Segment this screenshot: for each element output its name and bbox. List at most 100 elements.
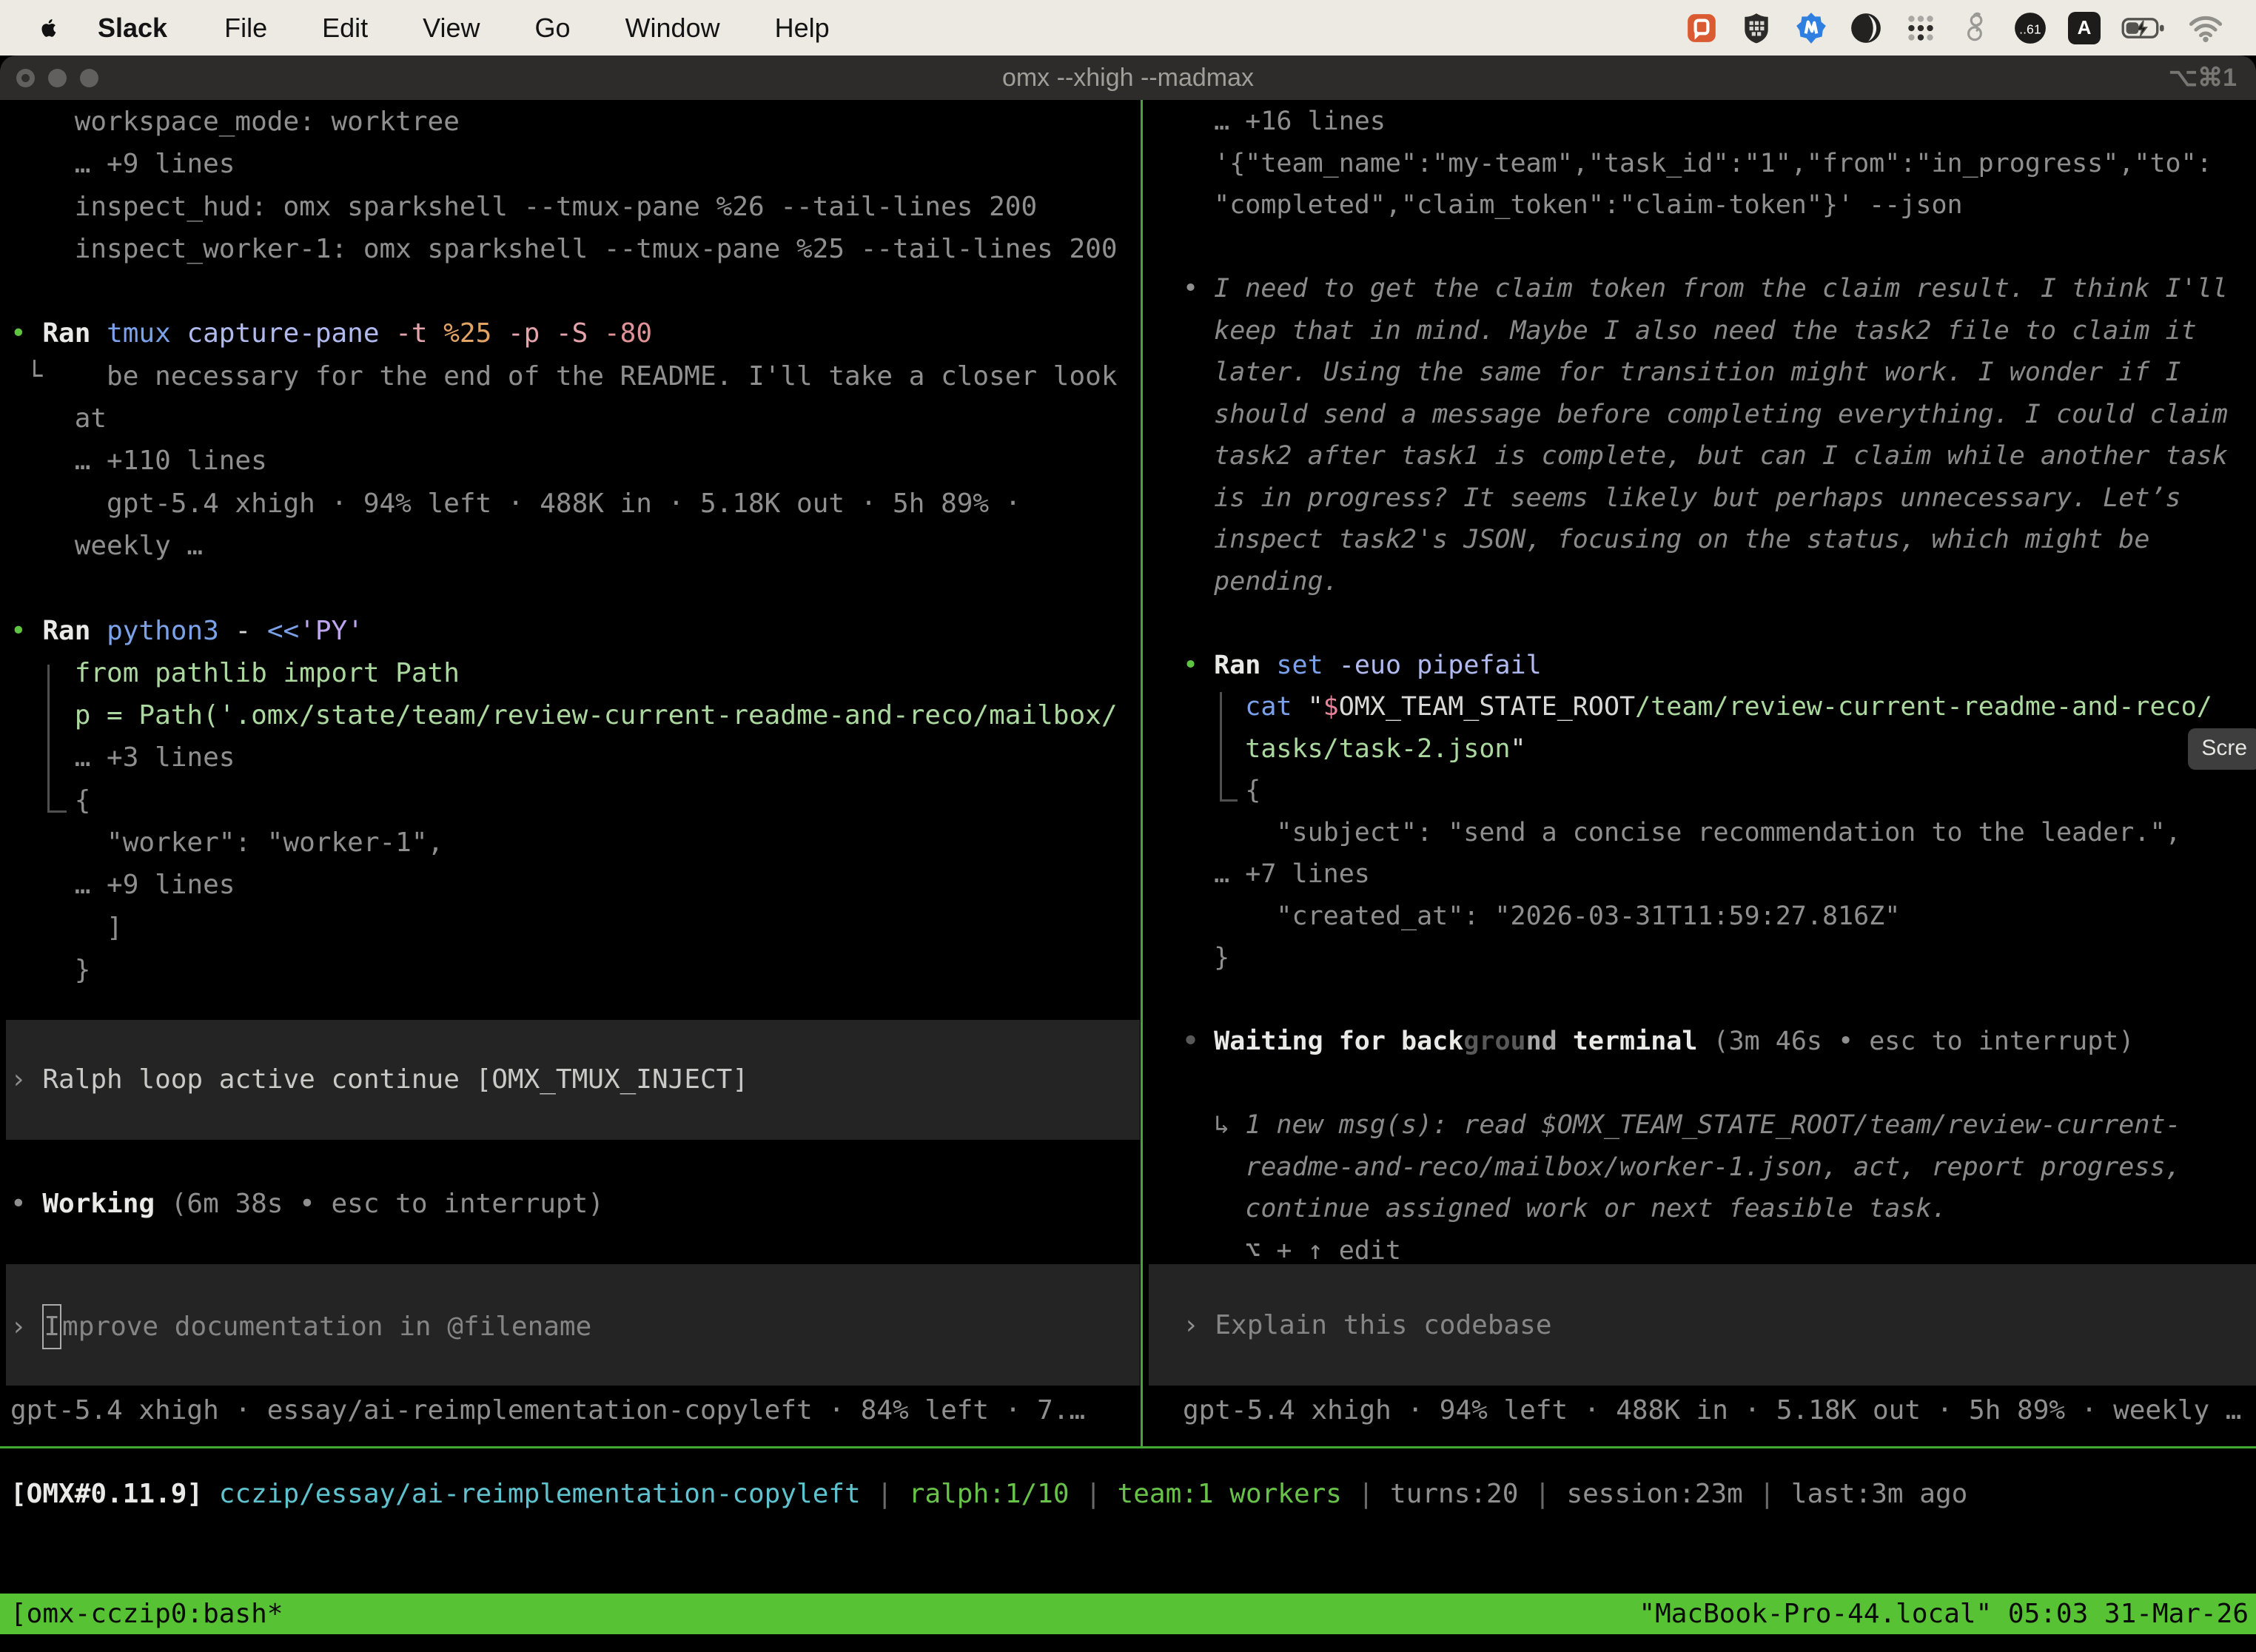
- text-segment: cczip/essay/ai-reimplementation-copyleft: [203, 1479, 861, 1509]
- menu-help[interactable]: Help: [748, 13, 857, 44]
- text-segment: gpt-5.4 xhigh · 94% left · 488K in · 5.1…: [10, 488, 1021, 519]
- text-segment: is in progress? It seems likely but perh…: [1183, 483, 2181, 513]
- screen-tooltip: Scre: [2188, 728, 2256, 770]
- text-segment: |: [1743, 1479, 1791, 1509]
- working-status-line: • Working (6m 38s • esc to interrupt): [10, 1183, 604, 1225]
- text-segment: %25: [443, 318, 508, 349]
- text-segment: ": [1511, 734, 1526, 764]
- terminal-line: … +3 lines: [10, 736, 1118, 779]
- text-segment: at: [10, 403, 107, 434]
- text-segment: ": [1308, 692, 1323, 722]
- text-segment: "worker": "worker-1",: [10, 827, 443, 858]
- text-segment: I: [42, 1304, 61, 1349]
- text-segment: ralph:1/10: [909, 1479, 1070, 1509]
- text-segment: |: [1070, 1479, 1118, 1509]
- input-source-icon[interactable]: A: [2068, 12, 2101, 44]
- text-segment: "subject": "send a concise recommendatio…: [1183, 818, 2181, 847]
- terminal-line: gpt-5.4 xhigh · 94% left · 488K in · 5.1…: [10, 483, 1118, 525]
- terminal-line: └ be necessary for the end of the README…: [10, 355, 1118, 397]
- battery-percent-icon[interactable]: ..61: [2013, 11, 2047, 45]
- terminal-line: weekly …: [10, 525, 1118, 567]
- terminal-line: [10, 567, 1118, 609]
- text-segment: nd: [1526, 1027, 1557, 1056]
- terminal-line: readme-and-reco/mailbox/worker-1.json, a…: [1183, 1146, 2256, 1189]
- menu-go[interactable]: Go: [508, 13, 598, 44]
- terminal-line: p = Path('.omx/state/team/review-current…: [10, 694, 1118, 736]
- tmux-host-clock: "MacBook-Pro-44.local" 05:03 31-Mar-26: [1639, 1594, 2249, 1634]
- pane-divider[interactable]: [1141, 100, 1143, 1446]
- terminal-line: • Ran tmux capture-pane -t %25 -p -S -80: [10, 312, 1118, 355]
- text-segment: -S: [556, 318, 604, 349]
- text-segment: (6m 38s • esc to interrupt): [155, 1189, 604, 1219]
- menu-file[interactable]: File: [197, 13, 295, 44]
- right-terminal-pane[interactable]: … +16 lines '{"team_name":"my-team","tas…: [1183, 101, 2256, 1272]
- menu-app-name[interactable]: Slack: [75, 13, 197, 44]
- prompt-placeholder-left[interactable]: › Improve documentation in @filename: [10, 1304, 591, 1349]
- text-segment: [OMX#0.11.9]: [10, 1479, 203, 1509]
- text-segment: Explain this codebase: [1215, 1310, 1551, 1340]
- terminal-line: tasks/task-2.json": [1183, 728, 2256, 770]
- left-terminal-pane[interactable]: workspace_mode: worktree … +9 lines insp…: [10, 101, 1118, 991]
- terminal-line: cat "$OMX_TEAM_STATE_ROOT/team/review-cu…: [1183, 686, 2256, 728]
- terminal-line: }: [1183, 937, 2256, 979]
- text-segment: python3: [107, 616, 235, 646]
- text-segment: task2 after task1 is complete, but can I…: [1183, 441, 2228, 471]
- terminal-line: [1183, 979, 2256, 1021]
- menu-view[interactable]: View: [395, 13, 507, 44]
- text-segment: -t: [395, 318, 443, 349]
- text-segment: └ be necessary for the end of the README…: [10, 361, 1118, 392]
- text-segment: ›: [10, 1064, 42, 1095]
- text-segment: inspect task2's JSON, focusing on the st…: [1183, 525, 2149, 554]
- terminal-line: from pathlib import Path: [10, 652, 1118, 694]
- tmux-session-label[interactable]: [omx-cczip0:bash*: [10, 1594, 283, 1634]
- crescent-icon[interactable]: [1849, 11, 1883, 45]
- prompt-placeholder-right[interactable]: › Explain this codebase: [1183, 1304, 1552, 1346]
- terminal-line: task2 after task1 is complete, but can I…: [1183, 435, 2256, 477]
- text-segment: -p: [508, 318, 556, 349]
- terminal-line: pending.: [1183, 561, 2256, 603]
- text-segment: "created_at": "2026-03-31T11:59:27.816Z": [1183, 901, 1900, 931]
- text-segment: weekly …: [10, 531, 203, 561]
- text-segment: Working: [42, 1189, 155, 1219]
- menu-edit[interactable]: Edit: [295, 13, 395, 44]
- screen-recording-icon[interactable]: [1685, 11, 1719, 45]
- squiggle-icon[interactable]: [1958, 11, 1993, 45]
- terminal-line: is in progress? It seems likely but perh…: [1183, 477, 2256, 520]
- text-segment: grou: [1463, 1027, 1525, 1056]
- terminal-line: continue assigned work or next feasible …: [1183, 1188, 2256, 1230]
- text-segment: … +110 lines: [10, 446, 267, 476]
- text-segment: capture-pane: [187, 318, 395, 349]
- text-segment: ]: [10, 913, 123, 943]
- terminal-line: '{"team_name":"my-team","task_id":"1","f…: [1183, 143, 2256, 185]
- apple-menu-icon[interactable]: [36, 13, 61, 43]
- blue-badge-icon[interactable]: [1794, 11, 1828, 45]
- wifi-icon[interactable]: [2188, 13, 2223, 43]
- terminal-line: {: [1183, 770, 2256, 812]
- text-segment: … +9 lines: [10, 149, 235, 179]
- menu-window[interactable]: Window: [598, 13, 748, 44]
- text-segment: … +16 lines: [1183, 107, 1386, 136]
- text-segment: }: [10, 955, 90, 985]
- text-segment: tmux: [107, 318, 187, 349]
- terminal-line: workspace_mode: worktree: [10, 101, 1118, 143]
- text-segment: I need to get the claim token from the c…: [1214, 274, 2228, 303]
- output-connector-line: [1220, 692, 1238, 802]
- text-segment: keep that in mind. Maybe I also need the…: [1183, 316, 2197, 346]
- ralph-loop-line: › Ralph loop active continue [OMX_TMUX_I…: [10, 1058, 748, 1101]
- text-segment: |: [861, 1479, 909, 1509]
- text-segment: last:3m ago: [1791, 1479, 1967, 1509]
- terminal-line: • I need to get the claim token from the…: [1183, 268, 2256, 310]
- terminal-line: "completed","claim_token":"claim-token"}…: [1183, 184, 2256, 226]
- text-segment: OMX_TEAM_STATE_ROOT: [1339, 692, 1635, 722]
- dots-grid-icon[interactable]: [1904, 11, 1938, 45]
- text-segment: workspace_mode: worktree: [10, 107, 460, 137]
- text-segment: from pathlib import Path: [10, 658, 460, 688]
- terminal-line: … +9 lines: [10, 864, 1118, 906]
- terminal-line: inspect task2's JSON, focusing on the st…: [1183, 519, 2256, 561]
- terminal-line: … +9 lines: [10, 143, 1118, 185]
- text-segment: team:1 workers: [1118, 1479, 1342, 1509]
- battery-charging-icon[interactable]: [2121, 16, 2167, 41]
- pane-bottom-border: [0, 1446, 2256, 1448]
- shield-grid-icon[interactable]: [1739, 11, 1773, 45]
- text-segment: •: [1183, 274, 1214, 303]
